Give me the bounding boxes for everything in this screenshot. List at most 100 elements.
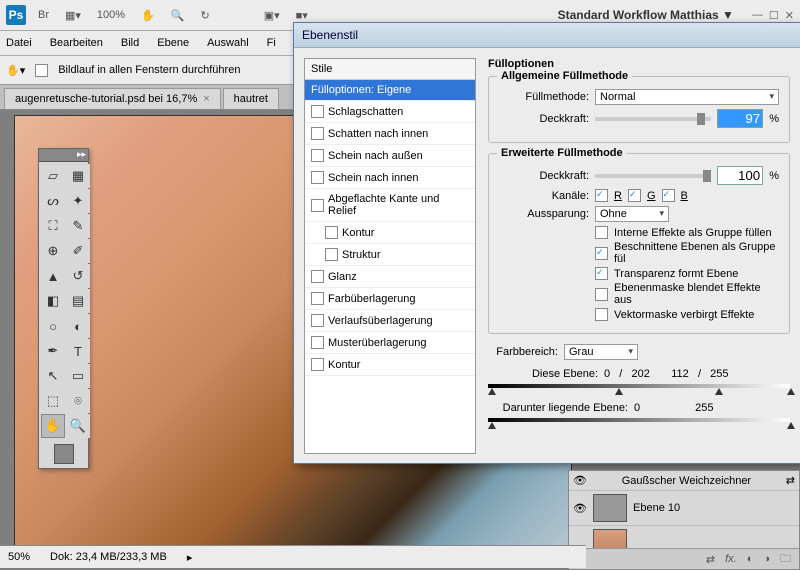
style-row[interactable]: Musterüberlagerung	[305, 332, 475, 354]
color-swatches[interactable]	[39, 440, 88, 468]
option-checkbox[interactable]	[595, 226, 608, 239]
maximize-button[interactable]: ☐	[769, 9, 779, 22]
zoom-readout[interactable]: 50%	[8, 551, 30, 563]
fill-opacity-input[interactable]	[717, 166, 763, 185]
history-brush-tool[interactable]: ↺	[66, 264, 90, 288]
link-icon[interactable]: ⇄	[706, 553, 715, 566]
camera-tool[interactable]: ⌾	[66, 389, 90, 413]
style-checkbox[interactable]	[311, 358, 324, 371]
blur-tool[interactable]: ○	[41, 314, 65, 338]
blend-if-select[interactable]: Grau	[564, 344, 638, 360]
eyedropper-tool[interactable]: ✎	[66, 214, 90, 238]
style-checkbox[interactable]	[311, 199, 324, 212]
marquee-tool[interactable]: ▦	[66, 164, 90, 188]
menu-filter[interactable]: Fi	[267, 37, 276, 49]
menu-edit[interactable]: Bearbeiten	[50, 37, 103, 49]
healing-tool[interactable]: ⊕	[41, 239, 65, 263]
visibility-icon[interactable]: 👁	[573, 502, 587, 515]
dodge-tool[interactable]: ◐	[66, 314, 90, 338]
tab-document-1[interactable]: augenretusche-tutorial.psd bei 16,7% ×	[4, 88, 221, 109]
eraser-tool[interactable]: ◧	[41, 289, 65, 313]
style-checkbox[interactable]	[311, 336, 324, 349]
toolbox-header[interactable]: ▸▸	[39, 149, 88, 162]
rotate-shortcut-icon[interactable]: ↻	[196, 7, 213, 24]
style-checkbox[interactable]	[311, 270, 324, 283]
scroll-all-checkbox[interactable]	[35, 64, 48, 77]
menu-select[interactable]: Auswahl	[207, 37, 249, 49]
minimize-button[interactable]: —	[752, 9, 763, 22]
style-row[interactable]: Verlaufsüberlagerung	[305, 310, 475, 332]
style-checkbox[interactable]	[325, 248, 338, 261]
status-arrow-icon[interactable]: ▸	[187, 551, 193, 564]
pen-tool[interactable]: ✒	[41, 339, 65, 363]
style-checkbox[interactable]	[311, 171, 324, 184]
3d-tool[interactable]: ⬚	[41, 389, 65, 413]
style-row[interactable]: Glanz	[305, 266, 475, 288]
style-checkbox[interactable]	[311, 314, 324, 327]
channel-g-checkbox[interactable]	[628, 189, 641, 202]
channel-r-checkbox[interactable]	[595, 189, 608, 202]
path-tool[interactable]: ↖	[41, 364, 65, 388]
hand-tool[interactable]: ✋	[41, 414, 65, 438]
mask-icon[interactable]: ◐	[747, 553, 754, 565]
fill-opacity-slider[interactable]	[595, 174, 711, 178]
menu-layer[interactable]: Ebene	[157, 37, 189, 49]
style-row[interactable]: Kontur	[305, 222, 475, 244]
style-checkbox[interactable]	[311, 149, 324, 162]
underlying-layer-slider[interactable]	[488, 418, 790, 422]
style-checkbox[interactable]	[311, 105, 324, 118]
menu-image[interactable]: Bild	[121, 37, 139, 49]
smart-filter-row[interactable]: 👁 Gaußscher Weichzeichner ⇄	[569, 471, 799, 491]
fx-icon[interactable]: fx.	[725, 553, 737, 565]
tab-document-2[interactable]: hautret	[223, 88, 279, 109]
layer-thumbnail[interactable]	[593, 494, 627, 522]
folder-icon[interactable]: 🗀	[780, 550, 791, 569]
bridge-button[interactable]: Br	[34, 7, 53, 23]
brush-tool[interactable]: ✐	[66, 239, 90, 263]
style-row[interactable]: Farbüberlagerung	[305, 288, 475, 310]
style-row[interactable]: Schatten nach innen	[305, 123, 475, 145]
close-button[interactable]: ✕	[785, 9, 794, 22]
option-checkbox[interactable]	[595, 308, 608, 321]
style-row[interactable]: Abgeflachte Kante und Relief	[305, 189, 475, 222]
option-checkbox[interactable]	[595, 267, 608, 280]
blend-mode-select[interactable]: Normal	[595, 89, 779, 105]
stamp-tool[interactable]: ▲	[41, 264, 65, 288]
zoom-shortcut-icon[interactable]: 🔍	[167, 7, 189, 24]
gradient-tool[interactable]: ▤	[66, 289, 90, 313]
style-checkbox[interactable]	[325, 226, 338, 239]
option-checkbox[interactable]	[595, 247, 608, 260]
hand-shortcut-icon[interactable]: ✋	[137, 7, 159, 24]
wand-tool[interactable]: ✦	[66, 189, 90, 213]
crop-tool[interactable]: ⛶	[41, 214, 65, 238]
filter-settings-icon[interactable]: ⇄	[786, 474, 795, 487]
menu-file[interactable]: Datei	[6, 37, 32, 49]
screen-mode-button[interactable]: ▦▾	[61, 7, 85, 24]
style-row[interactable]: Schein nach außen	[305, 145, 475, 167]
move-tool[interactable]: ▱	[41, 164, 65, 188]
option-checkbox[interactable]	[595, 288, 608, 301]
style-row[interactable]: Struktur	[305, 244, 475, 266]
close-icon[interactable]: ×	[203, 93, 209, 105]
style-checkbox[interactable]	[311, 292, 324, 305]
opacity-slider[interactable]	[595, 117, 711, 121]
screen-button[interactable]: ■▾	[292, 7, 312, 24]
knockout-select[interactable]: Ohne	[595, 206, 669, 222]
visibility-icon[interactable]: 👁	[573, 474, 587, 487]
channel-b-checkbox[interactable]	[662, 189, 675, 202]
zoom-level[interactable]: 100%	[93, 7, 129, 23]
lasso-tool[interactable]: ᔕ	[41, 189, 65, 213]
opacity-input[interactable]	[717, 109, 763, 128]
arrange-button[interactable]: ▣▾	[260, 7, 284, 24]
style-row[interactable]: Schlagschatten	[305, 101, 475, 123]
style-row[interactable]: Fülloptionen: Eigene	[305, 80, 475, 101]
zoom-tool[interactable]: 🔍	[66, 414, 90, 438]
style-row[interactable]: Kontur	[305, 354, 475, 376]
style-checkbox[interactable]	[311, 127, 324, 140]
workspace-switcher[interactable]: Standard Workflow Matthias ▼	[558, 8, 734, 22]
style-row[interactable]: Schein nach innen	[305, 167, 475, 189]
adjustment-icon[interactable]: ◑	[763, 553, 770, 565]
this-layer-slider[interactable]	[488, 384, 790, 388]
layer-row[interactable]: 👁 Ebene 10	[569, 491, 799, 526]
type-tool[interactable]: T	[66, 339, 90, 363]
